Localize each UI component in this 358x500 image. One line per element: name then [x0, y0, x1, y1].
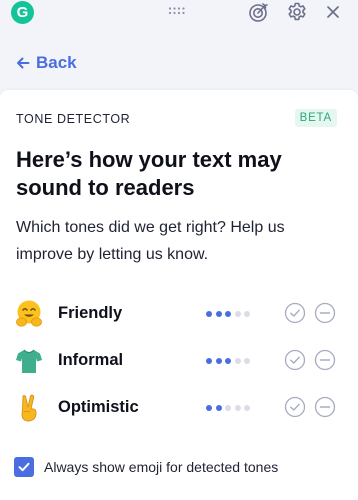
always-show-emoji-setting[interactable]: Always show emoji for detected tones: [14, 456, 278, 478]
checkmark-icon: [18, 462, 30, 472]
intensity-dot-empty: [225, 405, 231, 411]
reject-tone-button[interactable]: [314, 302, 336, 324]
beta-badge: BETA: [294, 109, 337, 127]
confirm-tone-button[interactable]: [284, 396, 306, 418]
tone-name: Informal: [58, 351, 124, 369]
intensity-dot-filled: [215, 311, 222, 317]
intensity-dot-filled: [215, 405, 222, 411]
intensity-dot-empty: [234, 311, 241, 317]
back-button[interactable]: Back: [16, 52, 77, 74]
grammarly-logo[interactable]: G: [11, 1, 34, 24]
tone-row-informal: Informal: [0, 343, 358, 377]
top-bar: G: [0, 0, 358, 30]
section-label: TONE DETECTOR: [16, 112, 131, 126]
reject-tone-button[interactable]: [314, 396, 336, 418]
tone-intensity-meter: [206, 311, 250, 318]
confirm-tone-button[interactable]: [284, 349, 306, 371]
reject-tone-button[interactable]: [314, 349, 336, 371]
confirm-tone-button[interactable]: [284, 302, 306, 324]
checkbox-label: Always show emoji for detected tones: [44, 459, 279, 475]
intensity-dot-filled: [206, 311, 212, 317]
intensity-dot-filled: [206, 358, 212, 364]
intensity-dot-empty: [244, 311, 250, 317]
tone-intensity-meter: [206, 405, 250, 412]
intensity-dot-empty: [244, 358, 250, 364]
page-title: Here’s how your text may sound to reader…: [16, 147, 282, 200]
tone-row-friendly: Friendly: [0, 296, 358, 330]
gear-icon[interactable]: [286, 1, 308, 23]
intensity-dot-empty: [234, 358, 241, 364]
tone-row-optimistic: Optimistic: [0, 390, 358, 424]
tone-name: Optimistic: [58, 398, 139, 416]
intensity-dot-empty: [234, 405, 241, 411]
t-shirt-emoji-icon: [16, 349, 42, 373]
intensity-dot-filled: [225, 358, 231, 364]
intensity-dot-filled: [206, 405, 212, 411]
drag-handle-icon[interactable]: [168, 7, 186, 15]
back-label: Back: [36, 53, 77, 72]
always-show-emoji-checkbox[interactable]: [14, 457, 34, 477]
tone-detector-card: TONE DETECTOR BETA Here’s how your text …: [0, 90, 358, 500]
arrow-left-icon: [17, 57, 30, 69]
tone-intensity-meter: [206, 358, 250, 365]
hugging-face-emoji-icon: [16, 300, 42, 327]
close-icon[interactable]: [322, 1, 344, 23]
description-text: Which tones did we get right? Help us im…: [16, 219, 285, 263]
goals-target-icon[interactable]: [248, 1, 270, 23]
intensity-dot-empty: [244, 405, 250, 411]
tone-name: Friendly: [58, 304, 123, 322]
intensity-dot-filled: [215, 358, 222, 364]
intensity-dot-filled: [225, 311, 231, 317]
victory-hand-emoji-icon: [21, 394, 37, 422]
